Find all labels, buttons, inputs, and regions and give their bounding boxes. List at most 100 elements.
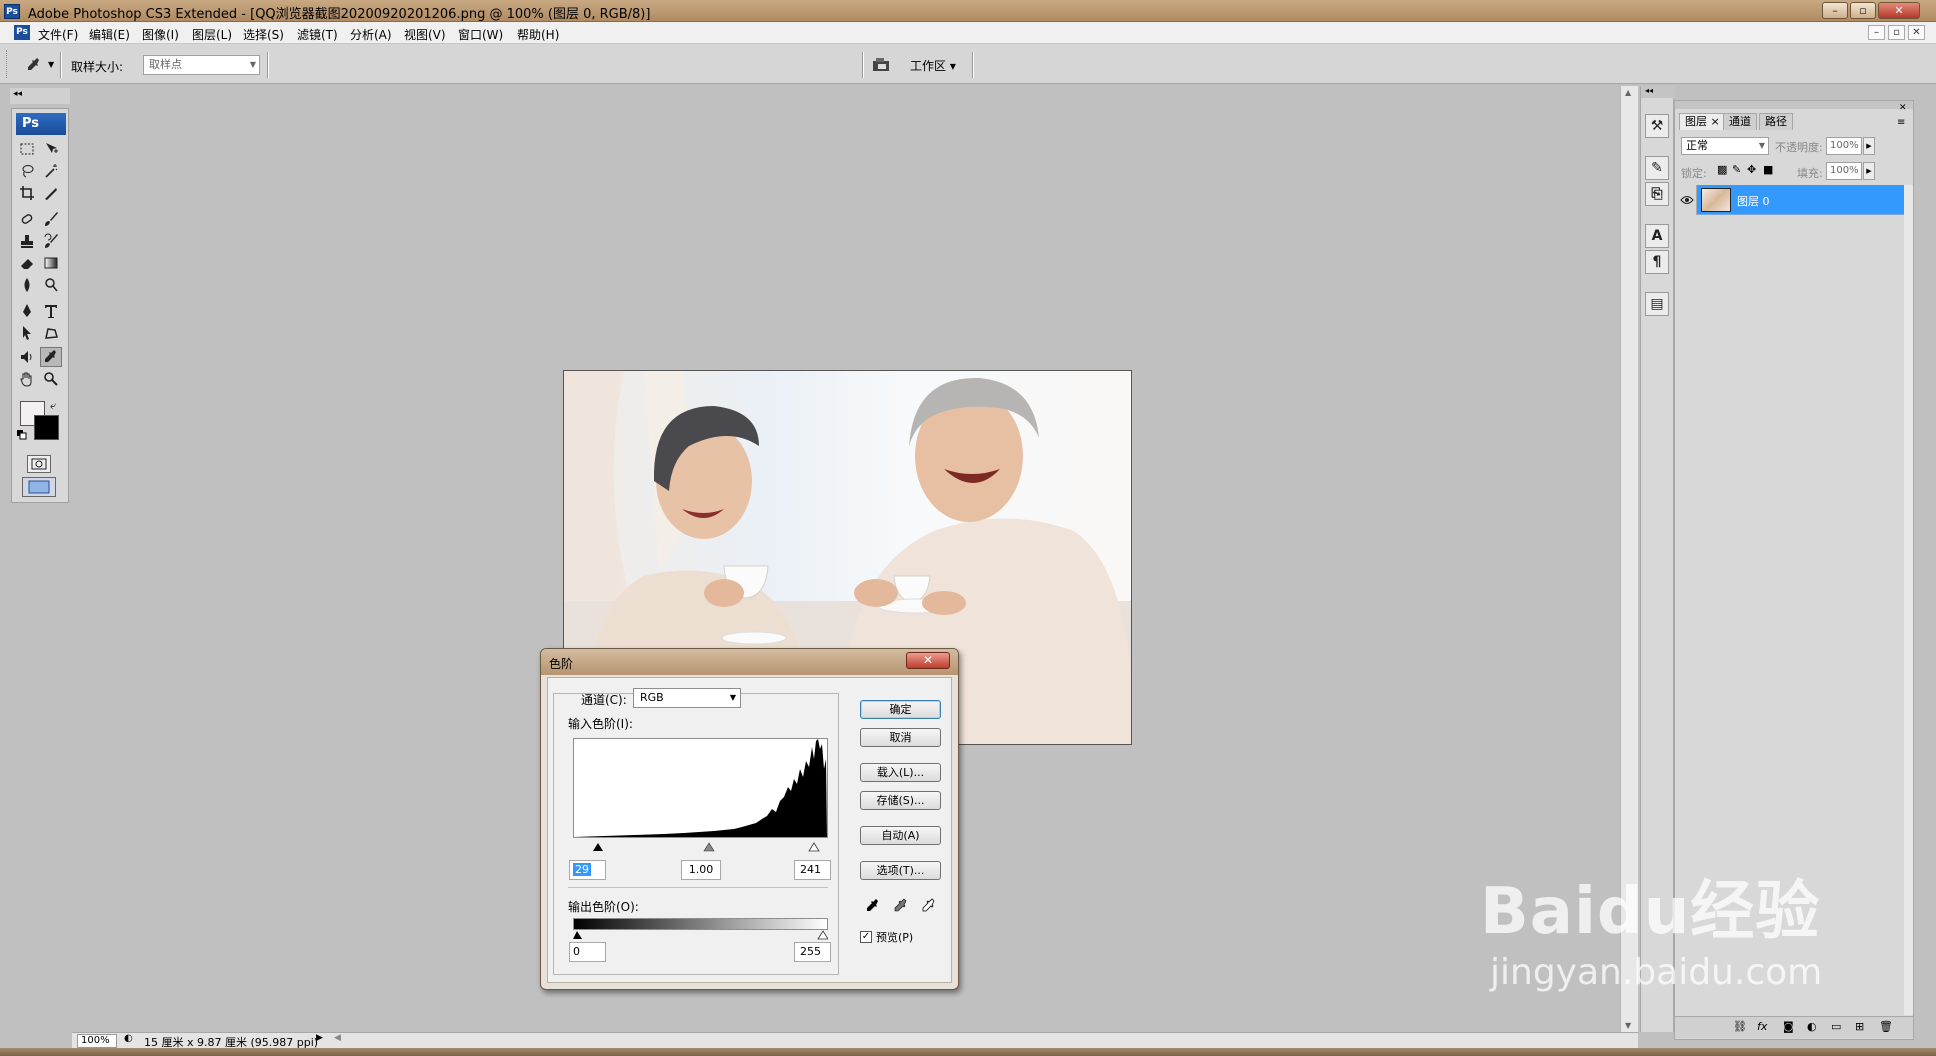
input-gamma-slider-handle[interactable] (703, 842, 715, 852)
layer-name[interactable]: 图层 0 (1737, 193, 1770, 209)
clone-source-panel-icon[interactable]: ⎘ (1645, 182, 1669, 206)
menu-window[interactable]: 窗口(W) (458, 26, 503, 43)
zoom-level-input[interactable]: 100% (77, 1034, 117, 1048)
slice-tool-icon[interactable] (40, 183, 62, 203)
eraser-tool-icon[interactable] (16, 253, 38, 273)
output-black-field[interactable]: 0 (569, 942, 606, 962)
new-group-icon[interactable]: ▭ (1831, 1020, 1841, 1033)
history-brush-tool-icon[interactable] (40, 231, 62, 251)
panel-menu-icon[interactable]: ≡ (1897, 117, 1905, 128)
toolbox-collapse-strip[interactable]: ◂◂ (10, 88, 70, 104)
tab-layers[interactable]: 图层 × (1679, 113, 1726, 130)
output-white-field[interactable]: 255 (794, 942, 831, 962)
input-white-field[interactable]: 241 (794, 860, 831, 880)
maximize-window-button[interactable]: ▫ (1850, 2, 1876, 19)
dodge-tool-icon[interactable] (40, 275, 62, 295)
ok-button[interactable]: 确定 (860, 700, 941, 719)
shape-tool-icon[interactable] (40, 323, 62, 343)
options-grip[interactable] (6, 50, 9, 78)
output-black-slider-handle[interactable] (573, 931, 582, 939)
layer-comps-panel-icon[interactable]: ▤ (1645, 292, 1669, 316)
layer-style-icon[interactable]: fx (1757, 1020, 1767, 1033)
tool-presets-icon[interactable]: ⚒ (1645, 114, 1669, 138)
move-tool-icon[interactable] (40, 139, 62, 159)
screen-mode-icon[interactable] (22, 477, 56, 497)
default-colors-icon[interactable] (17, 429, 27, 440)
adjustment-layer-icon[interactable]: ◐ (1807, 1020, 1817, 1033)
output-levels-slider[interactable] (573, 929, 829, 940)
new-layer-icon[interactable]: ⊞ (1855, 1020, 1864, 1033)
blur-tool-icon[interactable] (16, 275, 38, 295)
paragraph-panel-icon[interactable]: ¶ (1645, 250, 1669, 274)
link-layers-icon[interactable]: ⛓ (1733, 1020, 1747, 1033)
notes-tool-icon[interactable] (16, 347, 38, 367)
bridge-icon[interactable] (871, 57, 893, 73)
gray-point-eyedropper-icon[interactable] (891, 896, 911, 916)
tab-channels[interactable]: 通道 (1723, 113, 1757, 130)
workspace-menu-button[interactable]: 工作区 ▾ (910, 57, 956, 74)
lock-all-icon[interactable]: ■ (1763, 163, 1773, 176)
close-window-button[interactable]: ✕ (1878, 2, 1920, 19)
tool-preset-dropdown-icon[interactable]: ▼ (48, 60, 54, 69)
eyedropper-tool-icon[interactable] (40, 347, 62, 367)
save-button[interactable]: 存储(S)... (860, 791, 941, 810)
menu-filter[interactable]: 滤镜(T) (297, 26, 338, 43)
black-point-eyedropper-icon[interactable] (863, 896, 883, 916)
layer-visibility-eye-icon[interactable] (1677, 185, 1697, 215)
input-gamma-field[interactable]: 1.00 (681, 860, 721, 880)
gradient-tool-icon[interactable] (40, 253, 62, 273)
options-button[interactable]: 选项(T)... (860, 861, 941, 880)
document-restore-button[interactable]: ▫ (1888, 25, 1905, 40)
blend-mode-select[interactable]: 正常 ▼ (1681, 137, 1769, 155)
input-black-slider-handle[interactable] (593, 843, 603, 851)
menu-select[interactable]: 选择(S) (243, 26, 284, 43)
dialog-close-button[interactable]: ✕ (906, 652, 950, 669)
character-panel-icon[interactable]: A (1645, 224, 1669, 248)
layers-scrollbar[interactable] (1904, 185, 1913, 1015)
lock-position-icon[interactable]: ✥ (1747, 163, 1756, 176)
menu-layer[interactable]: 图层(L) (192, 26, 232, 43)
status-info-icon[interactable]: ◐ (124, 1033, 133, 1044)
channel-select[interactable]: RGB ▼ (633, 688, 741, 708)
menu-analysis[interactable]: 分析(A) (350, 26, 392, 43)
panel-close-icon[interactable]: ✕ (1899, 103, 1907, 113)
type-tool-icon[interactable] (40, 301, 62, 321)
background-color-swatch[interactable] (34, 415, 59, 440)
brush-tool-icon[interactable] (40, 209, 62, 229)
swap-colors-icon[interactable]: ⤶ (50, 399, 62, 412)
document-close-button[interactable]: ✕ (1908, 25, 1925, 40)
path-selection-tool-icon[interactable] (16, 323, 38, 343)
load-button[interactable]: 载入(L)... (860, 763, 941, 782)
crop-tool-icon[interactable] (16, 183, 38, 203)
zoom-tool-icon[interactable] (40, 369, 62, 389)
quick-mask-icon[interactable] (27, 455, 51, 473)
menu-help[interactable]: 帮助(H) (517, 26, 559, 43)
scroll-down-icon[interactable]: ▼ (1625, 1021, 1631, 1030)
dock-collapse-icon[interactable]: ◂◂ (1641, 86, 1675, 98)
lock-image-icon[interactable]: ✎ (1732, 163, 1741, 176)
add-mask-icon[interactable]: ◙ (1783, 1020, 1794, 1033)
menu-image[interactable]: 图像(I) (142, 26, 179, 43)
input-white-slider-handle[interactable] (808, 842, 820, 852)
auto-button[interactable]: 自动(A) (860, 826, 941, 845)
fill-input[interactable]: 100% (1826, 162, 1862, 180)
marquee-tool-icon[interactable] (16, 139, 38, 159)
scroll-up-icon[interactable]: ▲ (1625, 88, 1631, 97)
menu-file[interactable]: 文件(F) (38, 26, 78, 43)
menu-edit[interactable]: 编辑(E) (89, 26, 130, 43)
menu-view[interactable]: 视图(V) (404, 26, 446, 43)
preview-checkbox[interactable]: ✓ (860, 931, 872, 943)
hand-tool-icon[interactable] (16, 369, 38, 389)
output-white-slider-handle[interactable] (817, 930, 829, 940)
healing-brush-tool-icon[interactable] (16, 209, 38, 229)
input-levels-slider[interactable] (573, 841, 828, 852)
eyedropper-tool-preset-icon[interactable] (26, 57, 42, 73)
delete-layer-icon[interactable]: 🗑 (1879, 1020, 1893, 1033)
white-point-eyedropper-icon[interactable] (919, 896, 939, 916)
tab-paths[interactable]: 路径 (1759, 113, 1793, 130)
status-menu-arrow-icon[interactable]: ▶ (316, 1033, 323, 1043)
sample-size-select[interactable]: 取样点 ▼ (143, 55, 260, 75)
input-black-field[interactable]: 29 (569, 860, 606, 880)
fill-slider-button[interactable]: ▶ (1863, 162, 1875, 180)
panel-grip[interactable] (1675, 101, 1913, 109)
